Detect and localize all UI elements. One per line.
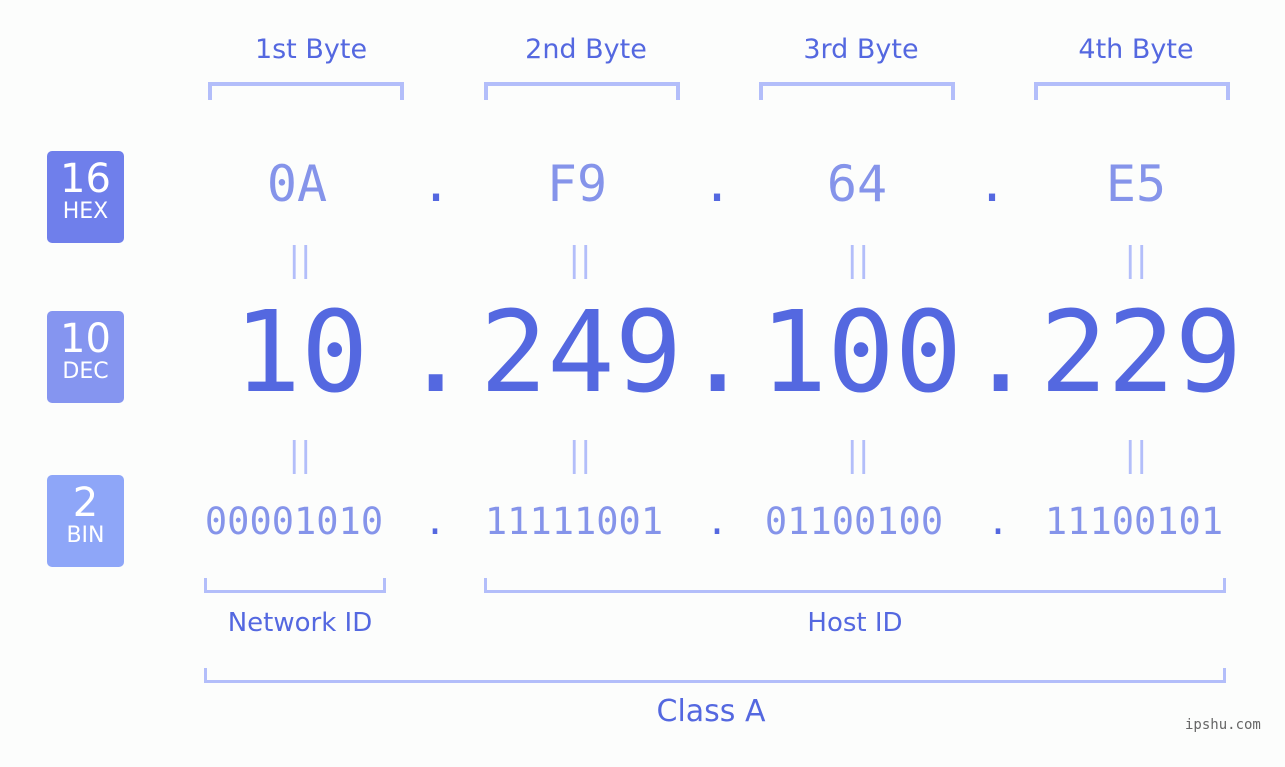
equals-sign: || xyxy=(568,240,592,280)
dec-byte-3: 100 xyxy=(759,288,963,418)
equals-sign: || xyxy=(846,240,870,280)
host-id-bracket xyxy=(484,578,1226,593)
dec-byte-2: 249 xyxy=(479,288,683,418)
byte-label-4: 4th Byte xyxy=(1078,34,1194,65)
byte-label-1: 1st Byte xyxy=(254,34,368,65)
byte-bracket-3 xyxy=(759,82,955,100)
equals-sign: || xyxy=(568,435,592,475)
byte-label-3: 3rd Byte xyxy=(803,34,919,65)
bin-badge-label: BIN xyxy=(66,523,105,548)
byte-label-2: 2nd Byte xyxy=(525,34,647,65)
hex-badge-number: 16 xyxy=(60,156,111,202)
equals-sign: || xyxy=(846,435,870,475)
equals-sign: || xyxy=(288,435,312,475)
dec-byte-4: 229 xyxy=(1039,288,1243,418)
hex-separator-2: . xyxy=(701,155,733,213)
bin-byte-3: 01100100 xyxy=(764,500,944,543)
hex-badge-label: HEX xyxy=(62,199,109,224)
network-id-label: Network ID xyxy=(227,608,373,638)
bin-byte-1: 00001010 xyxy=(204,500,384,543)
hex-byte-1: 0A xyxy=(266,155,328,213)
dec-byte-1: 10 xyxy=(233,288,369,418)
dec-badge: 10 DEC xyxy=(47,311,124,403)
hex-byte-2: F9 xyxy=(546,155,608,213)
network-id-bracket xyxy=(204,578,386,593)
byte-bracket-4 xyxy=(1034,82,1230,100)
bin-badge-number: 2 xyxy=(72,480,99,526)
byte-bracket-2 xyxy=(484,82,680,100)
dec-badge-number: 10 xyxy=(60,316,111,362)
hex-byte-4: E5 xyxy=(1105,155,1167,213)
bin-badge: 2 BIN xyxy=(47,475,124,567)
hex-badge: 16 HEX xyxy=(47,151,124,243)
host-id-label: Host ID xyxy=(807,608,903,638)
hex-separator-1: . xyxy=(420,155,452,213)
hex-separator-3: . xyxy=(976,155,1008,213)
class-label: Class A xyxy=(656,694,766,729)
equals-sign: || xyxy=(288,240,312,280)
equals-sign: || xyxy=(1124,240,1148,280)
hex-byte-3: 64 xyxy=(826,155,888,213)
bin-byte-2: 11111001 xyxy=(484,500,664,543)
byte-bracket-1 xyxy=(208,82,404,100)
dec-badge-label: DEC xyxy=(62,359,109,384)
class-bracket xyxy=(204,668,1226,683)
equals-sign: || xyxy=(1124,435,1148,475)
bin-byte-4: 11100101 xyxy=(1044,500,1224,543)
watermark: ipshu.com xyxy=(1185,717,1261,733)
